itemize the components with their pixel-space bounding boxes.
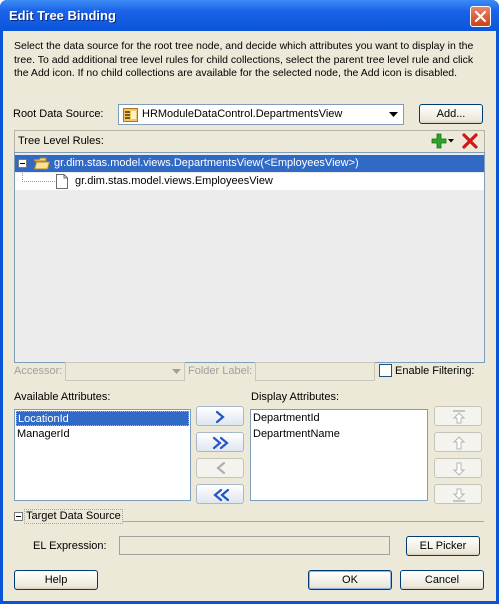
target-data-source-toggle[interactable]: Target Data Source [24,509,123,524]
move-top-icon [452,410,466,424]
tree-node-label: gr.dim.stas.model.views.EmployeesView [75,175,273,187]
chevron-right-icon [215,410,225,424]
target-data-source-label: Target Data Source [26,510,121,522]
move-bottom-icon [452,488,466,502]
cancel-button-label: Cancel [424,574,460,586]
list-item[interactable]: LocationId [16,411,189,426]
tree-node-employees[interactable]: gr.dim.stas.model.views.EmployeesView [15,173,484,190]
available-attributes-label: Available Attributes: [14,391,111,403]
move-right-button[interactable] [196,406,244,426]
ok-button[interactable]: OK [308,570,392,590]
section-divider [122,521,484,522]
list-item[interactable]: DepartmentName [252,427,426,442]
tree-rules-label: Tree Level Rules: [18,135,104,147]
title-bar[interactable]: Edit Tree Binding [0,0,499,31]
accessor-combo[interactable] [65,362,185,381]
enable-filtering-checkbox[interactable] [379,364,392,377]
chevron-down-icon [389,112,398,117]
move-bottom-button[interactable] [434,484,482,504]
root-data-source-value: HRModuleDataControl.DepartmentsView [142,108,343,120]
el-picker-button-label: EL Picker [419,540,467,552]
accessor-label: Accessor: [14,365,63,377]
available-attributes-list[interactable]: LocationId ManagerId [14,409,191,501]
arrow-up-icon [452,436,466,450]
display-attributes-list[interactable]: DepartmentId DepartmentName [250,409,428,501]
list-item-label: DepartmentId [253,412,320,424]
chevron-left-icon [216,461,226,475]
folder-label-input[interactable] [255,362,375,381]
tree-node-departments[interactable]: gr.dim.stas.model.views.DepartmentsView(… [15,155,484,172]
move-left-button[interactable] [196,458,244,478]
el-expression-input[interactable] [119,536,390,555]
tree-connector-line [22,173,55,182]
add-menu-chevron-icon[interactable] [448,139,454,143]
add-data-source-button[interactable]: Add... [419,104,483,124]
add-data-source-button-label: Add... [436,108,466,120]
enable-filtering-label: Enable Filtering: [395,365,475,377]
tree-rules-list[interactable]: gr.dim.stas.model.views.DepartmentsView(… [14,152,485,363]
el-expression-label: EL Expression: [33,540,107,552]
tree-node-label: gr.dim.stas.model.views.DepartmentsView(… [54,157,359,169]
tree-rules-header: Tree Level Rules: [14,130,485,152]
move-top-button[interactable] [434,406,482,426]
close-button[interactable] [470,6,491,27]
document-icon [56,174,68,189]
chevron-down-icon [172,369,181,374]
description-text: Select the data source for the root tree… [14,40,474,79]
list-item[interactable]: ManagerId [16,427,189,442]
el-picker-button[interactable]: EL Picker [406,536,480,556]
close-icon [474,10,487,23]
help-button[interactable]: Help [14,570,98,590]
list-item-label: ManagerId [17,428,70,440]
move-down-button[interactable] [434,458,482,478]
root-data-source-combo[interactable]: HRModuleDataControl.DepartmentsView [118,104,404,125]
dialog-body: Select the data source for the root tree… [3,31,496,601]
list-item-label: LocationId [18,413,69,425]
collapse-section-icon[interactable] [14,512,23,521]
display-attributes-label: Display Attributes: [251,391,340,403]
add-rule-icon[interactable] [431,133,447,149]
arrow-down-icon [452,462,466,476]
double-chevron-right-icon [212,436,229,450]
delete-rule-icon[interactable] [462,133,478,149]
collapse-icon[interactable] [18,159,27,168]
list-item-label: DepartmentName [253,428,340,440]
root-data-source-label: Root Data Source: [13,108,104,120]
cancel-button[interactable]: Cancel [400,570,484,590]
double-chevron-left-icon [213,488,230,502]
data-control-icon [123,108,138,122]
edit-tree-binding-dialog: Edit Tree Binding Select the data source… [0,0,499,604]
move-up-button[interactable] [434,432,482,452]
ok-button-label: OK [342,574,358,586]
move-all-left-button[interactable] [196,484,244,504]
folder-icon [34,157,50,170]
help-button-label: Help [44,574,68,586]
folder-label-label: Folder Label: [188,365,253,377]
window-title: Edit Tree Binding [9,8,116,23]
move-all-right-button[interactable] [196,432,244,452]
list-item[interactable]: DepartmentId [252,411,426,426]
